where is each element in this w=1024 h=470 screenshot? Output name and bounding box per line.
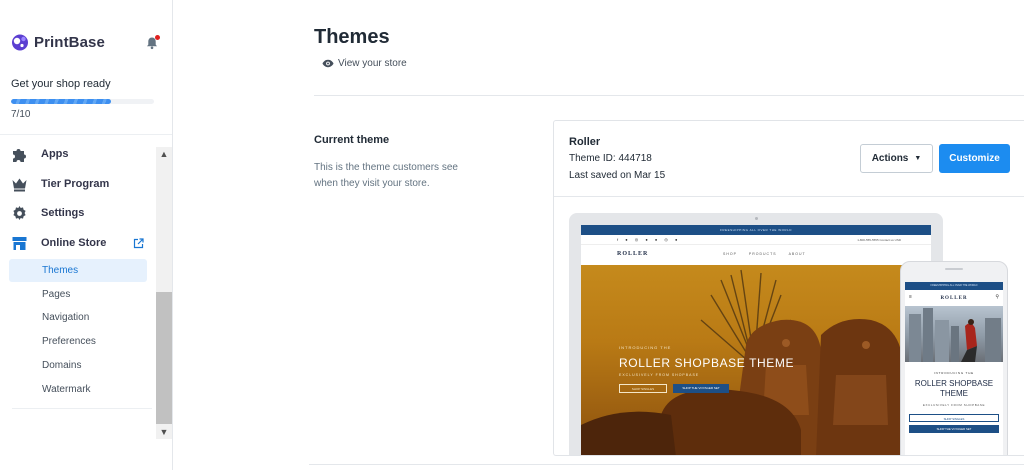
caret-down-icon: ▼ [914, 155, 922, 162]
sidebar-item-label: Online Store [41, 237, 107, 249]
onboarding-title: Get your shop ready [11, 78, 111, 90]
store-icon [12, 236, 27, 250]
mobile-shop-voyager-button: SHOP THE VOYAGER SET [909, 425, 999, 433]
mobile-announcement-bar: FREESHIPPING ALL OVER THE WORLD [905, 282, 1003, 290]
notification-dot [155, 35, 160, 40]
external-link-icon[interactable] [133, 238, 144, 249]
gear-icon [13, 205, 26, 220]
scroll-down-icon[interactable]: ▼ [156, 425, 172, 439]
crown-icon [12, 178, 27, 191]
divider [314, 95, 1024, 96]
scroll-up-icon[interactable]: ▲ [156, 147, 172, 161]
onboarding-progress-bar [11, 99, 154, 104]
mobile-hero-subtitle: EXCLUSIVELY FROM SHOPBASE [922, 403, 986, 407]
divider [0, 134, 172, 135]
theme-preview: FREESHIPPING ALL OVER THE WORLD f ● ◎ ● … [569, 213, 1019, 455]
mobile-logo: ROLLER [940, 295, 968, 301]
preview-hero: INTRODUCING THE ROLLER SHOPBASE THEME EX… [581, 265, 931, 455]
city-image [909, 308, 1001, 362]
mobile-preview-screen: FREESHIPPING ALL OVER THE WORLD ≡ ROLLER… [905, 282, 1003, 455]
current-theme-card: Roller Theme ID: 444718 Last saved on Ma… [553, 120, 1024, 456]
divider [554, 196, 1024, 197]
progress-fill [11, 99, 112, 104]
sidebar-subitem-pages[interactable]: Pages [9, 283, 147, 306]
divider [12, 408, 152, 409]
brand-name: PrintBase [34, 33, 105, 51]
mobile-shop-singles-button: SHOP SINGLES [909, 414, 999, 422]
hero-intro: INTRODUCING THE [619, 345, 672, 350]
sidebar-subitem-navigation[interactable]: Navigation [9, 306, 147, 329]
theme-last-saved: Last saved on Mar 15 [569, 170, 666, 181]
theme-id: Theme ID: 444718 [569, 153, 652, 164]
sidebar-item-online-store[interactable]: Online Store [11, 231, 106, 255]
actions-label: Actions [871, 153, 909, 164]
sidebar-subitem-themes[interactable]: Themes [9, 259, 147, 282]
sidebar-subitem-domains[interactable]: Domains [9, 354, 147, 377]
onboarding-progress-text: 7/10 [11, 109, 31, 120]
customize-button[interactable]: Customize [939, 144, 1010, 173]
laptop-mockup: FREESHIPPING ALL OVER THE WORLD f ● ◎ ● … [569, 213, 943, 455]
preview-announcement-bar: FREESHIPPING ALL OVER THE WORLD [581, 225, 931, 235]
laptop-camera [755, 217, 758, 220]
hero-buttons: SHOP SINGLES SHOP THE VOYAGER SET [619, 384, 794, 393]
sidebar-scrollbar[interactable]: ▲ ▼ [156, 147, 172, 439]
preview-header: ROLLER SHOP PRODUCTS ABOUT [581, 245, 931, 263]
desktop-preview-screen: FREESHIPPING ALL OVER THE WORLD f ● ◎ ● … [581, 225, 931, 455]
hero-shop-voyager-button: SHOP THE VOYAGER SET [673, 384, 729, 393]
hero-subtitle: EXCLUSIVELY FROM SHOPBASE [619, 373, 700, 377]
theme-name: Roller [569, 136, 601, 148]
phone-mockup: FREESHIPPING ALL OVER THE WORLD ≡ ROLLER… [900, 261, 1008, 455]
hero-shop-singles-button: SHOP SINGLES [619, 384, 667, 393]
eye-icon [322, 59, 334, 68]
sidebar: PrintBase Get your shop ready 7/10 Apps … [0, 0, 173, 470]
sidebar-item-label: Settings [41, 207, 85, 219]
brand[interactable]: PrintBase [11, 33, 105, 51]
current-theme-description: This is the theme customers see when the… [314, 162, 458, 189]
sidebar-item-label: Apps [41, 148, 69, 160]
divider [309, 464, 1024, 465]
social-icons: f ● ◎ ● ● ◎ ● [617, 237, 681, 242]
sidebar-item-apps[interactable]: Apps [11, 142, 69, 166]
mobile-header: ≡ ROLLER ⚲ [905, 290, 1003, 306]
mobile-hero-image [905, 306, 1003, 362]
sidebar-item-tier-program[interactable]: Tier Program [11, 172, 109, 196]
mobile-hero-intro: INTRODUCING THE [934, 371, 974, 375]
current-theme-heading: Current theme [314, 134, 390, 146]
mobile-cart-icon: ⚲ [995, 294, 999, 300]
preview-contact-info: 1-800-555-5555 Contact us USD [857, 237, 901, 242]
hero-text: INTRODUCING THE ROLLER SHOPBASE THEME EX… [619, 345, 794, 393]
sidebar-subitem-watermark[interactable]: Watermark [9, 378, 147, 401]
scroll-thumb[interactable] [156, 292, 172, 424]
phone-speaker [945, 268, 963, 270]
mobile-menu-icon: ≡ [909, 294, 912, 300]
preview-top-bar: f ● ◎ ● ● ◎ ● 1-800-555-5555 Contact us … [581, 235, 931, 245]
printbase-logo-icon [12, 34, 28, 51]
mobile-hero-title: ROLLER SHOPBASE THEME [914, 379, 994, 398]
page-title: Themes [314, 26, 390, 48]
preview-logo: ROLLER [617, 251, 649, 257]
hero-title: ROLLER SHOPBASE THEME [619, 356, 795, 370]
sidebar-subitem-preferences[interactable]: Preferences [9, 330, 147, 353]
view-store-label: View your store [338, 58, 407, 69]
sidebar-item-label: Tier Program [41, 178, 110, 190]
view-store-link[interactable]: View your store [322, 58, 407, 69]
sidebar-item-settings[interactable]: Settings [11, 201, 84, 225]
actions-dropdown-button[interactable]: Actions ▼ [860, 144, 933, 173]
puzzle-icon [13, 148, 26, 162]
preview-menu: SHOP PRODUCTS ABOUT [723, 252, 806, 256]
